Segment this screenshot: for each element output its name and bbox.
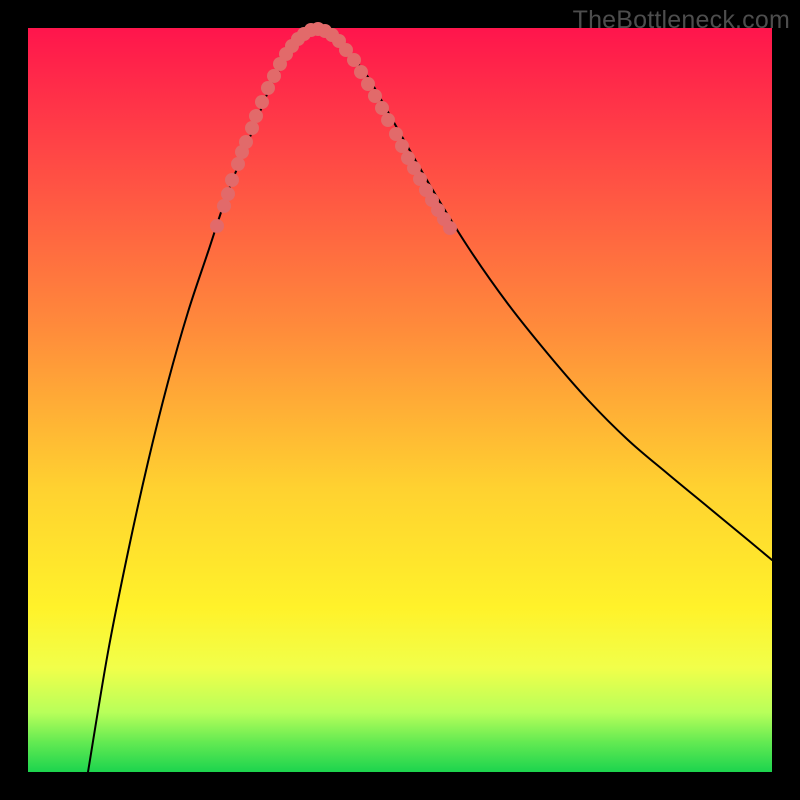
attribution-text: TheBottleneck.com [573, 6, 790, 35]
highlight-dot [381, 113, 395, 127]
chart-svg [28, 28, 772, 772]
highlight-dot [225, 173, 239, 187]
bottleneck-curve [88, 29, 772, 772]
highlight-dot [443, 221, 457, 235]
highlight-dot [245, 121, 259, 135]
highlight-dot [221, 187, 235, 201]
highlight-dot [267, 69, 281, 83]
highlight-dot [375, 101, 389, 115]
highlight-dot [395, 139, 409, 153]
highlight-dot [368, 89, 382, 103]
highlight-dot [231, 157, 245, 171]
plot-area [28, 28, 772, 772]
highlight-dot [210, 219, 224, 233]
highlight-dot [239, 135, 253, 149]
highlight-dot [261, 81, 275, 95]
highlight-dot [354, 65, 368, 79]
highlight-dot [347, 53, 361, 67]
highlight-dot [249, 109, 263, 123]
highlight-dots-group [210, 22, 457, 235]
highlight-dot [255, 95, 269, 109]
chart-stage: TheBottleneck.com [0, 0, 800, 800]
highlight-dot [389, 127, 403, 141]
highlight-dot [217, 199, 231, 213]
highlight-dot [361, 77, 375, 91]
